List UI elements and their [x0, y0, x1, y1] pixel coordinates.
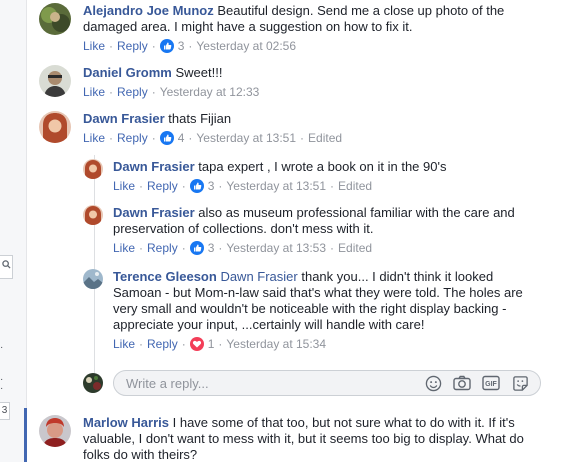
comment-actions: Like · Reply · Yesterday at 12:33	[83, 84, 260, 100]
author-name[interactable]: Dawn Frasier	[113, 205, 195, 220]
like-link[interactable]: Like	[83, 130, 105, 146]
reply-text: preservation of collections. don't mess …	[113, 221, 374, 236]
reply-body: Dawn Frasier tapa expert , I wrote a boo…	[113, 159, 446, 194]
comment: Daniel Gromm Sweet!!! Like · Reply · Yeste…	[39, 65, 569, 100]
strip-mark: ·	[0, 342, 4, 353]
avatar[interactable]	[39, 65, 71, 97]
gif-icon[interactable]: GIF	[482, 374, 500, 392]
reply-text: Samoan - but Mom-n-law said that's what …	[113, 285, 523, 300]
comment: Alejandro Joe Munoz Beautiful design. Se…	[39, 3, 569, 54]
reply-actions: Like · Reply · 3 · Yesterday at 13:53 · Edi…	[113, 240, 373, 256]
timestamp[interactable]: Yesterday at 13:53	[226, 240, 326, 256]
reply: Dawn Frasier tapa expert , I wrote a boo…	[83, 159, 573, 194]
reply-text: appreciate your input, ...certainly will…	[113, 317, 425, 332]
comment-text: folks do with theirs?	[83, 447, 198, 462]
comment-text: valuable, I don't want to mess with it, …	[83, 431, 524, 446]
avatar	[83, 373, 103, 393]
timestamp[interactable]: Yesterday at 12:33	[160, 84, 260, 100]
edited-label[interactable]: Edited	[308, 130, 342, 146]
like-icon	[159, 39, 174, 53]
reply-link[interactable]: Reply	[117, 84, 148, 100]
reaction-count[interactable]: 3	[189, 240, 214, 256]
search-icon[interactable]	[0, 255, 13, 279]
like-icon	[159, 131, 174, 145]
strip-number[interactable]: 3	[0, 402, 10, 420]
reply-actions: Like · Reply · 1 · Yesterday at 15:34	[113, 336, 327, 352]
comment-body: Daniel Gromm Sweet!!! Like · Reply · Yeste…	[83, 65, 259, 100]
reply-body: Terence Gleeson Dawn Frasier thank you..…	[113, 269, 523, 352]
camera-icon[interactable]	[453, 374, 471, 392]
comment-actions: Like · Reply · 4 · Yesterday at 13:51 · Edi…	[83, 130, 343, 146]
reply-link[interactable]: Reply	[147, 240, 178, 256]
reply-text: tapa expert , I wrote a book on it in th…	[198, 159, 447, 174]
comment-text: thats Fijian	[168, 111, 232, 126]
reply-body: Dawn Frasier also as museum professional…	[113, 205, 515, 256]
like-icon	[189, 241, 204, 255]
edited-label[interactable]: Edited	[338, 178, 372, 194]
reply: Terence Gleeson Dawn Frasier thank you..…	[83, 269, 573, 352]
love-icon	[189, 337, 204, 351]
author-name[interactable]: Terence Gleeson	[113, 269, 217, 284]
comment-actions: Like · Reply · 3 · Yesterday at 02:56	[83, 38, 297, 54]
avatar[interactable]	[39, 3, 71, 35]
timestamp[interactable]: Yesterday at 15:34	[226, 336, 326, 352]
timestamp[interactable]: Yesterday at 02:56	[196, 38, 296, 54]
reply-text: also as museum professional familiar wit…	[198, 205, 515, 220]
timestamp[interactable]: Yesterday at 13:51	[226, 178, 326, 194]
avatar[interactable]	[39, 111, 71, 143]
left-sidebar-strip: · · · 3	[0, 0, 27, 462]
reply-input[interactable]: Write a reply... GIF	[113, 370, 541, 396]
avatar[interactable]	[83, 159, 103, 179]
comment-body: Dawn Frasier thats Fijian Like · Reply · 4…	[83, 111, 342, 146]
comment-text: I have some of that too, but not sure wh…	[172, 415, 515, 430]
edited-label[interactable]: Edited	[338, 240, 372, 256]
like-link[interactable]: Like	[113, 178, 135, 194]
reply-composer: Write a reply... GIF	[83, 370, 541, 396]
comment-text: Sweet!!!	[175, 65, 223, 80]
emoji-icon[interactable]	[424, 374, 442, 392]
like-icon	[189, 179, 204, 193]
reply-actions: Like · Reply · 3 · Yesterday at 13:51 · Edi…	[113, 178, 373, 194]
avatar[interactable]	[39, 415, 71, 447]
strip-mark: ·	[0, 383, 4, 394]
sticker-icon[interactable]	[511, 374, 529, 392]
reply-link[interactable]: Reply	[117, 130, 148, 146]
author-name[interactable]: Daniel Gromm	[83, 65, 172, 80]
comment: Marlow Harris I have some of that too, b…	[39, 415, 579, 462]
reply-text: very small and wouldn't be noticeable wi…	[113, 301, 507, 316]
like-link[interactable]: Like	[83, 38, 105, 54]
comment-body: Marlow Harris I have some of that too, b…	[83, 415, 524, 462]
reply-placeholder: Write a reply...	[126, 375, 209, 391]
mention-link[interactable]: Dawn Frasier	[220, 269, 297, 284]
author-name[interactable]: Dawn Frasier	[113, 159, 195, 174]
timestamp[interactable]: Yesterday at 13:51	[196, 130, 296, 146]
like-link[interactable]: Like	[113, 240, 135, 256]
svg-text:GIF: GIF	[485, 381, 497, 388]
comment-body: Alejandro Joe Munoz Beautiful design. Se…	[83, 3, 523, 54]
reaction-count[interactable]: 3	[189, 178, 214, 194]
like-link[interactable]: Like	[83, 84, 105, 100]
avatar[interactable]	[83, 269, 103, 289]
reply: Dawn Frasier also as museum professional…	[83, 205, 573, 256]
focus-accent-bar	[24, 408, 27, 462]
reaction-count[interactable]: 4	[159, 130, 184, 146]
reply-link[interactable]: Reply	[147, 336, 178, 352]
avatar[interactable]	[83, 205, 103, 225]
author-name[interactable]: Marlow Harris	[83, 415, 169, 430]
reaction-count[interactable]: 1	[189, 336, 214, 352]
comment: Dawn Frasier thats Fijian Like · Reply · 4…	[39, 111, 569, 146]
reply-link[interactable]: Reply	[117, 38, 148, 54]
reply-link[interactable]: Reply	[147, 178, 178, 194]
reaction-count[interactable]: 3	[159, 38, 184, 54]
author-name[interactable]: Dawn Frasier	[83, 111, 165, 126]
reply-text: thank you... I didn't think it looked	[301, 269, 494, 284]
author-name[interactable]: Alejandro Joe Munoz	[83, 3, 214, 18]
like-link[interactable]: Like	[113, 336, 135, 352]
